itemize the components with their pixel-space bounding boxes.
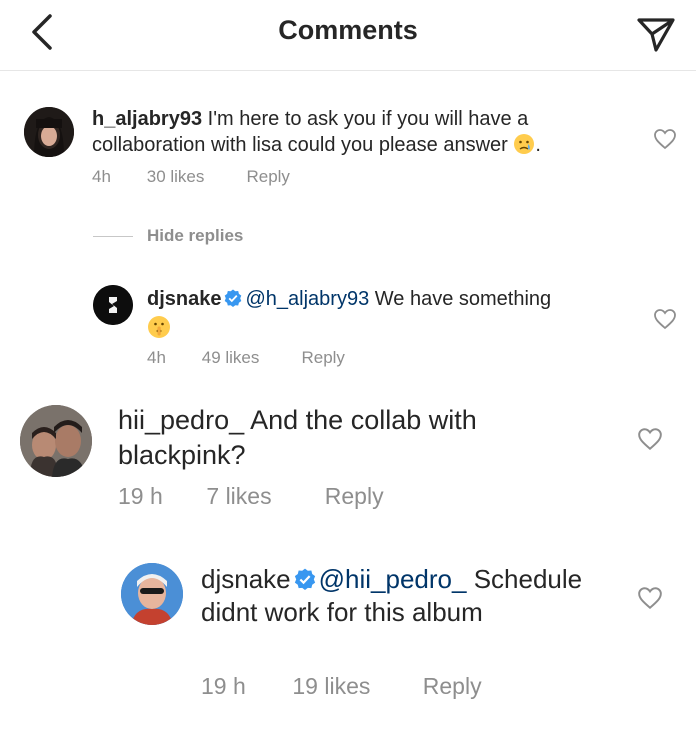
reply-button[interactable]: Reply <box>246 167 289 187</box>
comment-username[interactable]: hii_pedro_ <box>118 405 244 435</box>
comment-likes[interactable]: 19 likes <box>292 673 416 700</box>
comment-likes[interactable]: 30 likes <box>147 167 242 187</box>
avatar-image <box>93 285 133 325</box>
comment-mention[interactable]: @h_aljabry93 <box>245 288 369 310</box>
page-title: Comments <box>278 15 418 45</box>
reply-button[interactable]: Reply <box>423 673 482 700</box>
comment-h-aljabry93: h_aljabry93 I'm here to ask you if you w… <box>0 95 696 195</box>
reply-djsnake-2: djsnake @hii_pedro_ Schedule didnt work … <box>0 555 696 725</box>
comments-header: Comments <box>0 0 696 71</box>
like-heart-icon[interactable] <box>653 308 677 330</box>
comment-meta: 19 h 19 likes Reply <box>201 673 482 700</box>
paper-plane-icon[interactable] <box>636 14 676 54</box>
comment-text: hii_pedro_ And the collab with blackpink… <box>118 403 548 472</box>
comment-text: djsnake @hii_pedro_ Schedule didnt work … <box>201 563 611 630</box>
comment-meta: 4h 30 likes Reply <box>92 167 290 187</box>
shushing-face-emoji <box>148 315 170 338</box>
avatar[interactable] <box>20 405 92 477</box>
like-heart-icon[interactable] <box>637 586 663 610</box>
comment-username[interactable]: djsnake <box>147 288 221 310</box>
reply-djsnake-1: djsnake @h_aljabry93 We have something 4… <box>0 280 696 380</box>
verified-badge-icon <box>225 289 242 307</box>
comment-tail: . <box>535 133 541 156</box>
crying-face-emoji <box>514 133 535 154</box>
comment-likes[interactable]: 49 likes <box>202 348 297 368</box>
reply-button[interactable]: Reply <box>325 483 384 510</box>
avatar[interactable] <box>93 285 133 325</box>
comment-time: 19 h <box>118 483 163 509</box>
verified-badge-icon <box>294 568 315 590</box>
hide-replies-toggle[interactable]: Hide replies <box>93 226 243 246</box>
comment-username[interactable]: h_aljabry93 <box>92 108 202 130</box>
avatar-image <box>24 107 74 157</box>
comment-time: 19 h <box>201 673 246 699</box>
comment-likes[interactable]: 7 likes <box>206 483 318 510</box>
comment-time: 4h <box>92 167 111 186</box>
hide-replies-label: Hide replies <box>147 226 244 245</box>
avatar-image <box>121 563 183 625</box>
comment-text: djsnake @h_aljabry93 We have something <box>147 287 607 342</box>
comment-time: 4h <box>147 348 166 367</box>
avatar[interactable] <box>121 563 183 625</box>
comment-text: h_aljabry93 I'm here to ask you if you w… <box>92 107 612 158</box>
divider <box>93 236 133 238</box>
comment-body: We have something <box>374 288 552 310</box>
avatar-image <box>20 405 92 477</box>
avatar[interactable] <box>24 107 74 157</box>
comment-meta: 4h 49 likes Reply <box>147 348 345 368</box>
reply-button[interactable]: Reply <box>301 348 344 368</box>
comment-username[interactable]: djsnake <box>201 564 291 594</box>
like-heart-icon[interactable] <box>653 128 677 150</box>
comment-meta: 19 h 7 likes Reply <box>118 483 384 510</box>
comment-mention[interactable]: @hii_pedro_ <box>319 564 467 594</box>
like-heart-icon[interactable] <box>637 427 663 451</box>
comment-hii-pedro: hii_pedro_ And the collab with blackpink… <box>0 395 696 525</box>
